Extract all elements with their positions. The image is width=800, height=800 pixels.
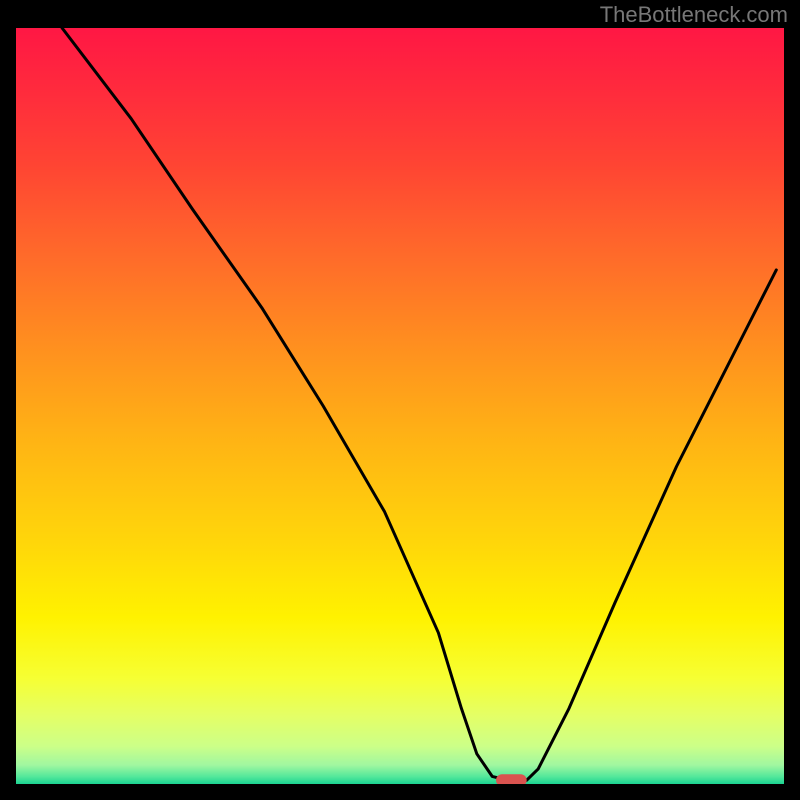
plot-svg <box>16 28 784 784</box>
watermark-text: TheBottleneck.com <box>600 2 788 28</box>
optimal-marker-rect <box>496 774 527 784</box>
figure-container: TheBottleneck.com <box>0 0 800 800</box>
gradient-background <box>16 28 784 784</box>
plot-frame <box>16 28 784 784</box>
